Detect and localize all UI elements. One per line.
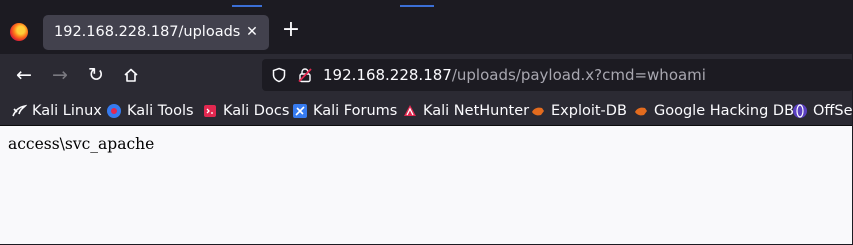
bookmark-label: Kali Tools	[127, 102, 194, 119]
bookmark-kali-forums[interactable]: Kali Forums	[292, 100, 397, 121]
new-tab-button[interactable]: +	[280, 19, 302, 42]
bookmark-label: Google Hacking DB	[654, 102, 795, 119]
url-path: /uploads/payload.x?cmd=whoami	[451, 66, 706, 84]
tab-indicator	[232, 5, 262, 7]
bookmark-label: Kali Docs	[223, 102, 290, 119]
url-text[interactable]: 192.168.228.187/uploads/payload.x?cmd=wh…	[323, 66, 706, 84]
url-host: 192.168.228.187	[323, 66, 452, 84]
home-button[interactable]	[117, 61, 145, 89]
home-icon	[124, 68, 138, 82]
window-top-strip	[0, 0, 853, 11]
bookmark-kali-docs[interactable]: Kali Docs	[202, 100, 289, 121]
command-output: access\svc_apache	[8, 135, 155, 153]
exploit-db-icon	[530, 103, 546, 119]
ghdb-icon	[633, 103, 649, 119]
bookmark-google-hacking-db[interactable]: Google Hacking DB	[633, 100, 794, 121]
kali-forums-icon	[292, 103, 308, 119]
bookmark-offsec[interactable]: OffSec	[792, 100, 853, 121]
page-content: access\svc_apache	[0, 126, 853, 245]
insecure-lock-icon[interactable]	[297, 67, 313, 83]
bookmark-exploit-db[interactable]: Exploit-DB	[530, 100, 627, 121]
kali-tools-icon	[106, 103, 122, 119]
bookmark-label: Kali Linux	[32, 102, 102, 119]
kali-docs-icon	[202, 103, 218, 119]
kali-dragon-icon	[11, 103, 27, 119]
tab-active[interactable]: 192.168.228.187/uploads/payload.x?cmd=wh…	[43, 15, 269, 50]
bookmark-label: Exploit-DB	[551, 102, 627, 119]
tab-bar: 192.168.228.187/uploads/payload.x?cmd=wh…	[0, 11, 853, 54]
offsec-icon	[792, 103, 808, 119]
nethunter-icon	[402, 103, 418, 119]
bookmark-kali-nethunter[interactable]: Kali NetHunter	[402, 100, 529, 121]
shield-icon[interactable]	[271, 67, 287, 83]
url-bar[interactable]: 192.168.228.187/uploads/payload.x?cmd=wh…	[262, 59, 853, 91]
tab-indicator	[400, 5, 434, 7]
forward-button[interactable]: →	[46, 61, 74, 89]
tab-title: 192.168.228.187/uploads/payload.x?cmd=wh…	[54, 24, 240, 40]
bookmark-kali-tools[interactable]: Kali Tools	[106, 100, 194, 121]
close-tab-icon[interactable]: ✕	[243, 23, 261, 41]
reload-button[interactable]: ↻	[82, 61, 110, 89]
back-button[interactable]: ←	[10, 61, 38, 89]
bookmark-label: OffSec	[813, 102, 853, 119]
navigation-toolbar: ← → ↻ 192.168.228.187/uploads/payload.x?…	[0, 54, 853, 96]
bookmarks-toolbar: Kali Linux Kali Tools Kali Docs Kali For…	[0, 96, 853, 126]
bookmark-label: Kali Forums	[313, 102, 398, 119]
bookmark-label: Kali NetHunter	[423, 102, 530, 119]
bookmark-kali-linux[interactable]: Kali Linux	[11, 100, 102, 121]
firefox-view-icon[interactable]	[10, 23, 28, 41]
